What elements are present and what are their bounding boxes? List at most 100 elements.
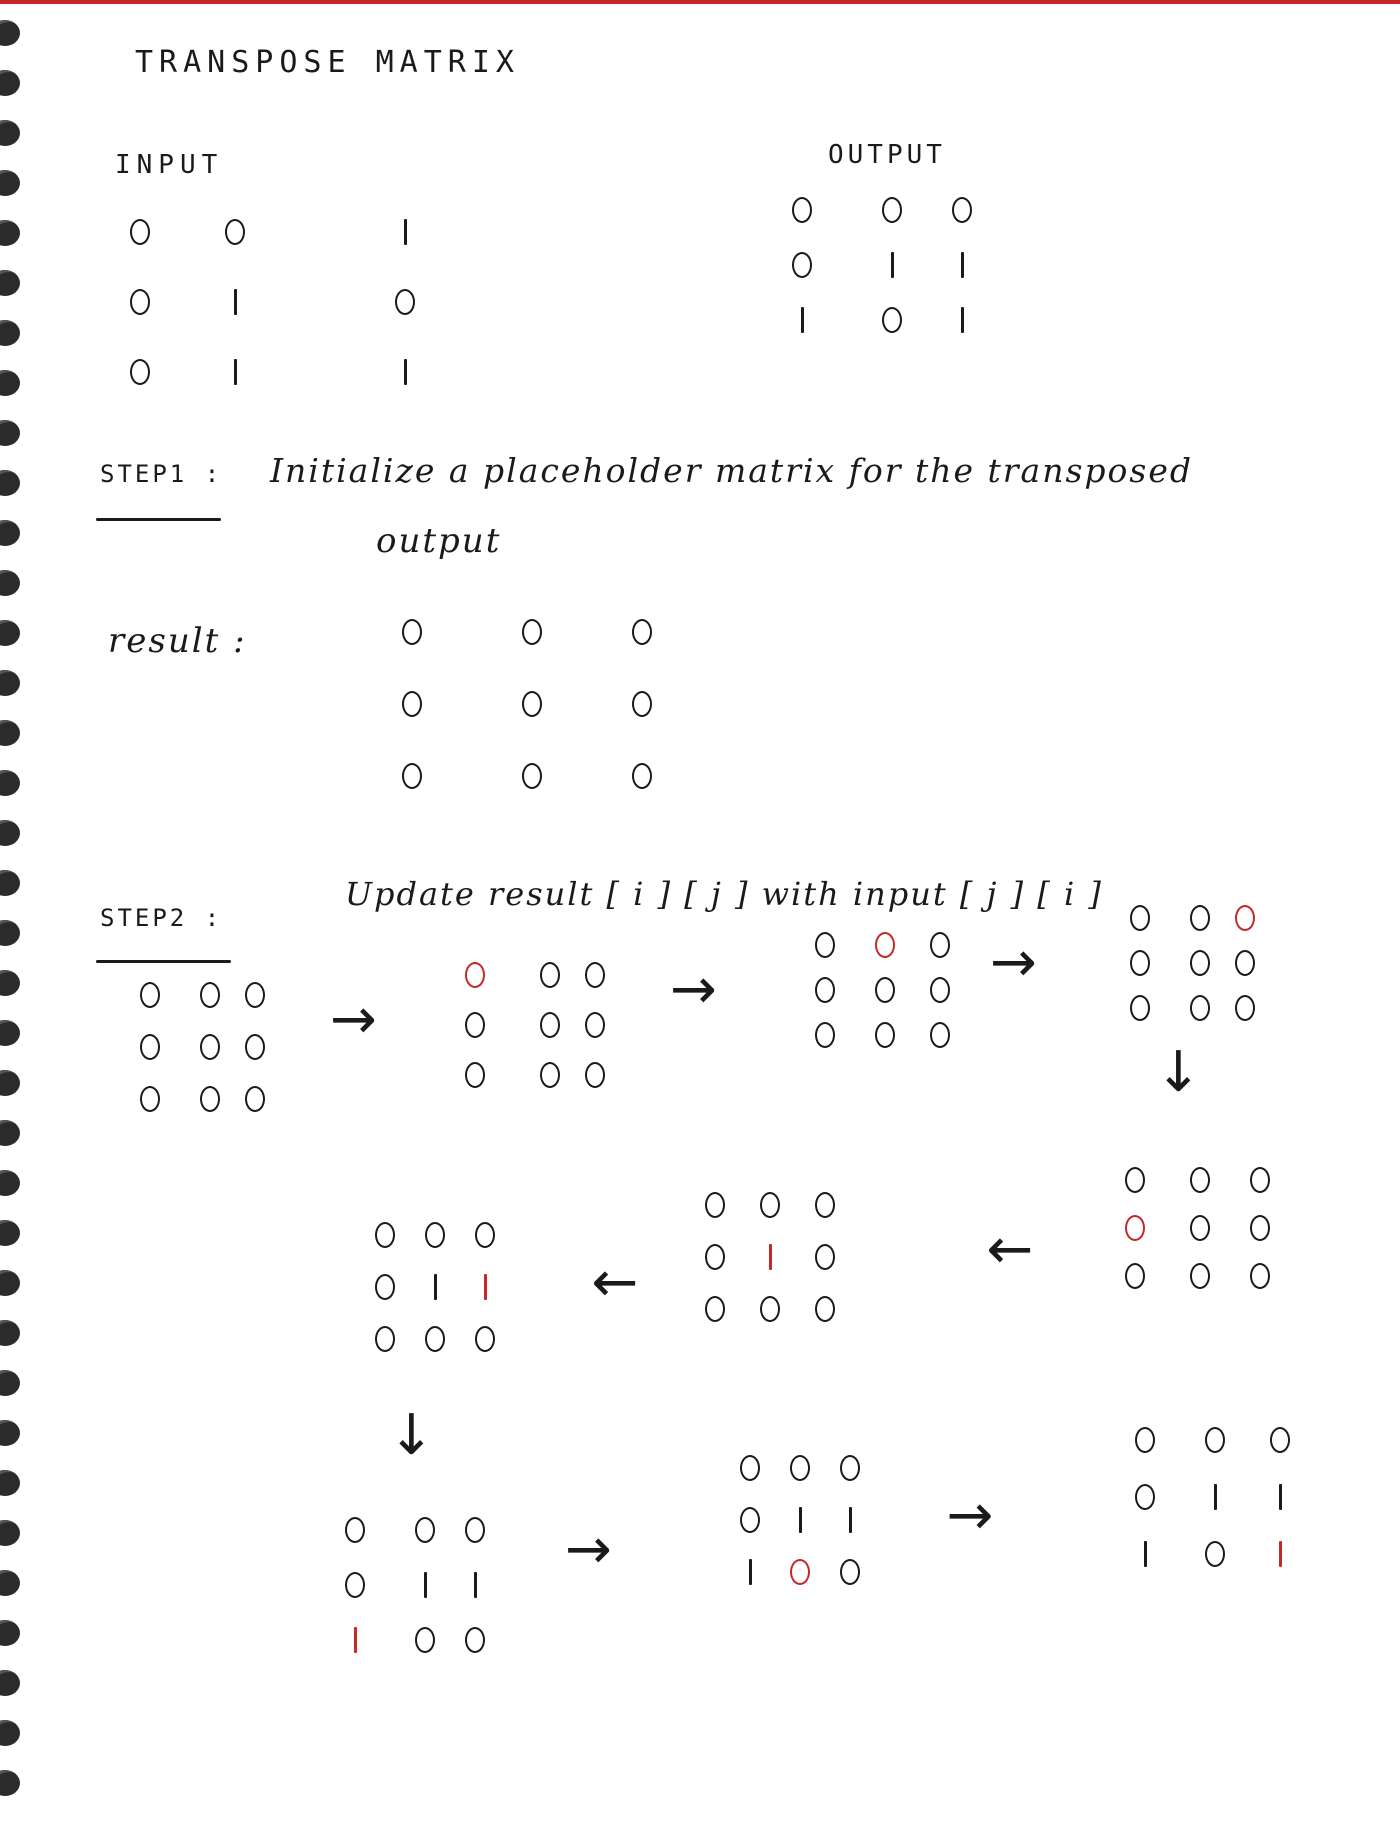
digit-zero	[1125, 1263, 1145, 1289]
digit-one	[423, 1572, 427, 1598]
output-label: OUTPUT	[828, 140, 946, 170]
notebook-top-margin-line	[0, 0, 1400, 4]
matrix-cell	[805, 925, 845, 965]
matrix-cell	[730, 1500, 770, 1540]
matrix-cell	[695, 1237, 735, 1277]
digit-one	[768, 1244, 772, 1270]
matrix-cell	[385, 282, 425, 322]
matrix-cell	[805, 1237, 845, 1277]
matrix-cell	[415, 1267, 455, 1307]
matrix-cell	[1120, 988, 1160, 1028]
matrix-cell	[830, 1500, 870, 1540]
matrix-cell	[695, 1289, 735, 1329]
digit-zero	[1235, 950, 1255, 976]
spiral-ring	[0, 20, 20, 46]
digit-zero	[402, 619, 422, 645]
digit-one	[1143, 1541, 1147, 1567]
arrow-down-1: ↓	[1155, 1040, 1202, 1105]
matrix-cell	[805, 1015, 845, 1055]
digit-zero	[1130, 950, 1150, 976]
matrix-cell	[530, 1055, 570, 1095]
digit-zero	[705, 1296, 725, 1322]
matrix-cell	[190, 1027, 230, 1067]
digit-zero	[1135, 1484, 1155, 1510]
matrix-cell	[235, 1027, 275, 1067]
matrix-cell	[695, 1185, 735, 1225]
digit-zero	[1190, 1215, 1210, 1241]
matrix-cell	[942, 245, 982, 285]
matrix-cell	[1115, 1160, 1155, 1200]
matrix-cell	[235, 975, 275, 1015]
matrix-cell	[392, 612, 432, 652]
matrix-cell	[530, 1005, 570, 1045]
digit-zero	[1250, 1215, 1270, 1241]
digit-one	[433, 1274, 437, 1300]
input-label: INPUT	[115, 150, 224, 180]
digit-zero	[225, 219, 245, 245]
spiral-ring	[0, 1470, 20, 1496]
page-title: TRANSPOSE MATRIX	[135, 45, 520, 80]
digit-one	[483, 1274, 487, 1300]
matrix-cell	[455, 1565, 495, 1605]
matrix-cell	[805, 1289, 845, 1329]
matrix-cell	[1195, 1477, 1235, 1517]
digit-zero	[840, 1559, 860, 1585]
matrix-cell	[1115, 1208, 1155, 1248]
digit-zero	[465, 1012, 485, 1038]
digit-zero	[882, 307, 902, 333]
digit-zero	[130, 359, 150, 385]
matrix-cell	[335, 1620, 375, 1660]
matrix-cell	[215, 212, 255, 252]
digit-zero	[245, 1086, 265, 1112]
digit-zero	[1190, 1167, 1210, 1193]
step1-label: STEP1 :	[100, 460, 223, 488]
digit-zero	[395, 289, 415, 315]
matrix-cell	[365, 1215, 405, 1255]
matrix-cell	[405, 1565, 445, 1605]
digit-zero	[792, 197, 812, 223]
matrix-cell	[942, 300, 982, 340]
spiral-ring	[0, 970, 20, 996]
digit-one	[403, 219, 407, 245]
matrix-cell	[385, 212, 425, 252]
matrix-cell	[1180, 943, 1220, 983]
digit-zero	[540, 962, 560, 988]
matrix-cell	[780, 1448, 820, 1488]
matrix-cell	[1225, 898, 1265, 938]
matrix-cell	[1180, 988, 1220, 1028]
matrix-cell	[730, 1448, 770, 1488]
spiral-ring	[0, 320, 20, 346]
digit-zero	[1190, 905, 1210, 931]
matrix-cell	[1180, 1160, 1220, 1200]
digit-zero	[345, 1517, 365, 1543]
matrix-cell	[415, 1319, 455, 1359]
digit-one	[233, 289, 237, 315]
spiral-ring	[0, 1070, 20, 1096]
digit-zero	[790, 1455, 810, 1481]
step2-label: STEP2 :	[100, 904, 223, 932]
digit-zero	[1205, 1541, 1225, 1567]
result-label: result :	[108, 621, 247, 661]
digit-zero	[632, 619, 652, 645]
step1-description-cont: output	[376, 521, 502, 561]
matrix-cell	[1180, 1208, 1220, 1248]
matrix-cell	[512, 612, 552, 652]
digit-zero	[425, 1222, 445, 1248]
matrix-cell	[455, 1510, 495, 1550]
matrix-cell	[465, 1215, 505, 1255]
matrix-cell	[365, 1319, 405, 1359]
digit-zero	[522, 763, 542, 789]
matrix-cell	[942, 190, 982, 230]
digit-zero	[402, 691, 422, 717]
arrow-down-2: ↓	[388, 1403, 435, 1468]
digit-zero	[375, 1326, 395, 1352]
spiral-ring	[0, 1770, 20, 1796]
spiral-ring	[0, 1670, 20, 1696]
digit-zero	[1205, 1427, 1225, 1453]
matrix-cell	[782, 190, 822, 230]
digit-zero	[875, 932, 895, 958]
spiral-ring	[0, 1120, 20, 1146]
spiral-ring	[0, 220, 20, 246]
spiral-ring	[0, 120, 20, 146]
spiral-ring	[0, 1570, 20, 1596]
